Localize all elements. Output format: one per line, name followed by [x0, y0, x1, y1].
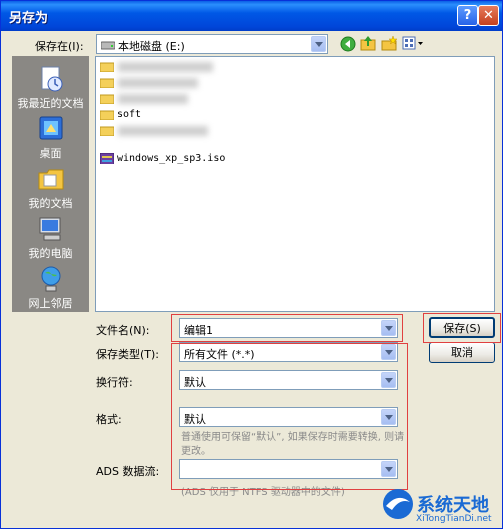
place-label: 我最近的文档 — [17, 97, 84, 110]
network-places-icon — [41, 266, 60, 292]
filename-label: 文件名(N): — [96, 324, 150, 337]
file-name: soft — [117, 109, 142, 120]
ads-note: (ADS 仅用于 NTFS 驱动器中的文件) — [181, 487, 345, 498]
my-computer-icon — [39, 217, 60, 241]
filetype-label: 保存类型(T): — [96, 348, 160, 361]
list-item[interactable] — [100, 76, 300, 92]
save-in-label: 保存在(I): — [35, 40, 84, 53]
up-folder-icon[interactable] — [360, 35, 376, 52]
list-item[interactable] — [100, 60, 300, 76]
title-bar[interactable]: 另存为 ? ✕ — [1, 1, 502, 31]
place-label: 我的电脑 — [28, 247, 73, 260]
folder-icon — [100, 110, 114, 120]
folder-icon — [100, 62, 114, 72]
ads-dropdown[interactable] — [179, 459, 398, 479]
list-item[interactable] — [100, 92, 300, 108]
desktop-icon — [39, 116, 62, 140]
newline-dropdown[interactable]: 默认 — [179, 370, 398, 390]
place-label: 网上邻居 — [28, 297, 73, 310]
close-button[interactable]: ✕ — [478, 5, 499, 26]
ads-label: ADS 数据流: — [96, 465, 160, 478]
place-network[interactable]: 网上邻居 — [12, 264, 89, 311]
list-item[interactable] — [100, 124, 300, 140]
window-title: 另存为 — [9, 11, 49, 26]
format-value: 默认 — [184, 413, 206, 426]
blurred-name — [118, 78, 198, 88]
save-in-value: 本地磁盘 (E:) — [118, 40, 185, 53]
file-name: windows_xp_sp3.iso — [117, 153, 226, 164]
save-as-dialog: 另存为 ? ✕ 保存在(I): 本地磁盘 (E:) 我最近的文档 桌面 我的文档… — [0, 0, 503, 529]
help-button[interactable]: ? — [457, 5, 478, 26]
save-in-dropdown[interactable]: 本地磁盘 (E:) — [96, 34, 328, 54]
place-label: 桌面 — [39, 147, 62, 160]
chevron-down-icon[interactable] — [311, 36, 326, 52]
watermark-url: XiTongTianDi.net — [416, 514, 492, 524]
drive-icon — [101, 41, 115, 50]
save-button[interactable]: 保存(S) — [429, 317, 495, 338]
place-my-computer[interactable]: 我的电脑 — [12, 214, 89, 261]
chevron-down-icon[interactable] — [381, 409, 396, 425]
view-menu-icon[interactable] — [402, 36, 424, 51]
watermark-logo-icon — [383, 489, 413, 519]
recent-documents-icon — [41, 66, 62, 92]
format-note: 普通使用可保留“默认”, 如果保存时需要转换, 则请更改。 — [181, 432, 405, 457]
chevron-down-icon[interactable] — [381, 344, 396, 360]
list-item[interactable]: windows_xp_sp3.iso — [100, 152, 300, 168]
place-desktop[interactable]: 桌面 — [12, 114, 89, 161]
filename-input[interactable]: 编辑1 — [179, 318, 398, 338]
chevron-down-icon[interactable] — [381, 320, 396, 336]
file-list[interactable]: soft windows_xp_sp3.iso — [95, 56, 495, 312]
newline-value: 默认 — [184, 376, 206, 389]
my-documents-icon — [38, 169, 63, 190]
filename-value: 编辑1 — [184, 324, 213, 337]
blurred-name — [118, 94, 188, 104]
places-bar: 我最近的文档 桌面 我的文档 我的电脑 网上邻居 — [12, 56, 89, 312]
list-item[interactable]: soft — [100, 108, 300, 124]
chevron-down-icon[interactable] — [381, 372, 396, 388]
blurred-name — [118, 62, 213, 72]
filetype-value: 所有文件 (*.*) — [184, 348, 255, 361]
format-label: 格式: — [96, 413, 122, 426]
chevron-down-icon[interactable] — [381, 461, 396, 477]
new-folder-icon[interactable] — [381, 35, 397, 52]
folder-icon — [100, 126, 114, 136]
iso-file-icon — [100, 153, 114, 164]
filetype-dropdown[interactable]: 所有文件 (*.*) — [179, 342, 398, 362]
folder-icon — [100, 94, 114, 104]
newline-label: 换行符: — [96, 376, 133, 389]
cancel-button[interactable]: 取消 — [429, 342, 495, 363]
place-recent-documents[interactable]: 我最近的文档 — [12, 64, 89, 111]
blurred-name — [118, 126, 208, 136]
back-icon[interactable] — [340, 36, 356, 52]
format-dropdown[interactable]: 默认 — [179, 407, 398, 427]
folder-icon — [100, 78, 114, 88]
place-label: 我的文档 — [28, 197, 73, 210]
place-my-documents[interactable]: 我的文档 — [12, 164, 89, 211]
